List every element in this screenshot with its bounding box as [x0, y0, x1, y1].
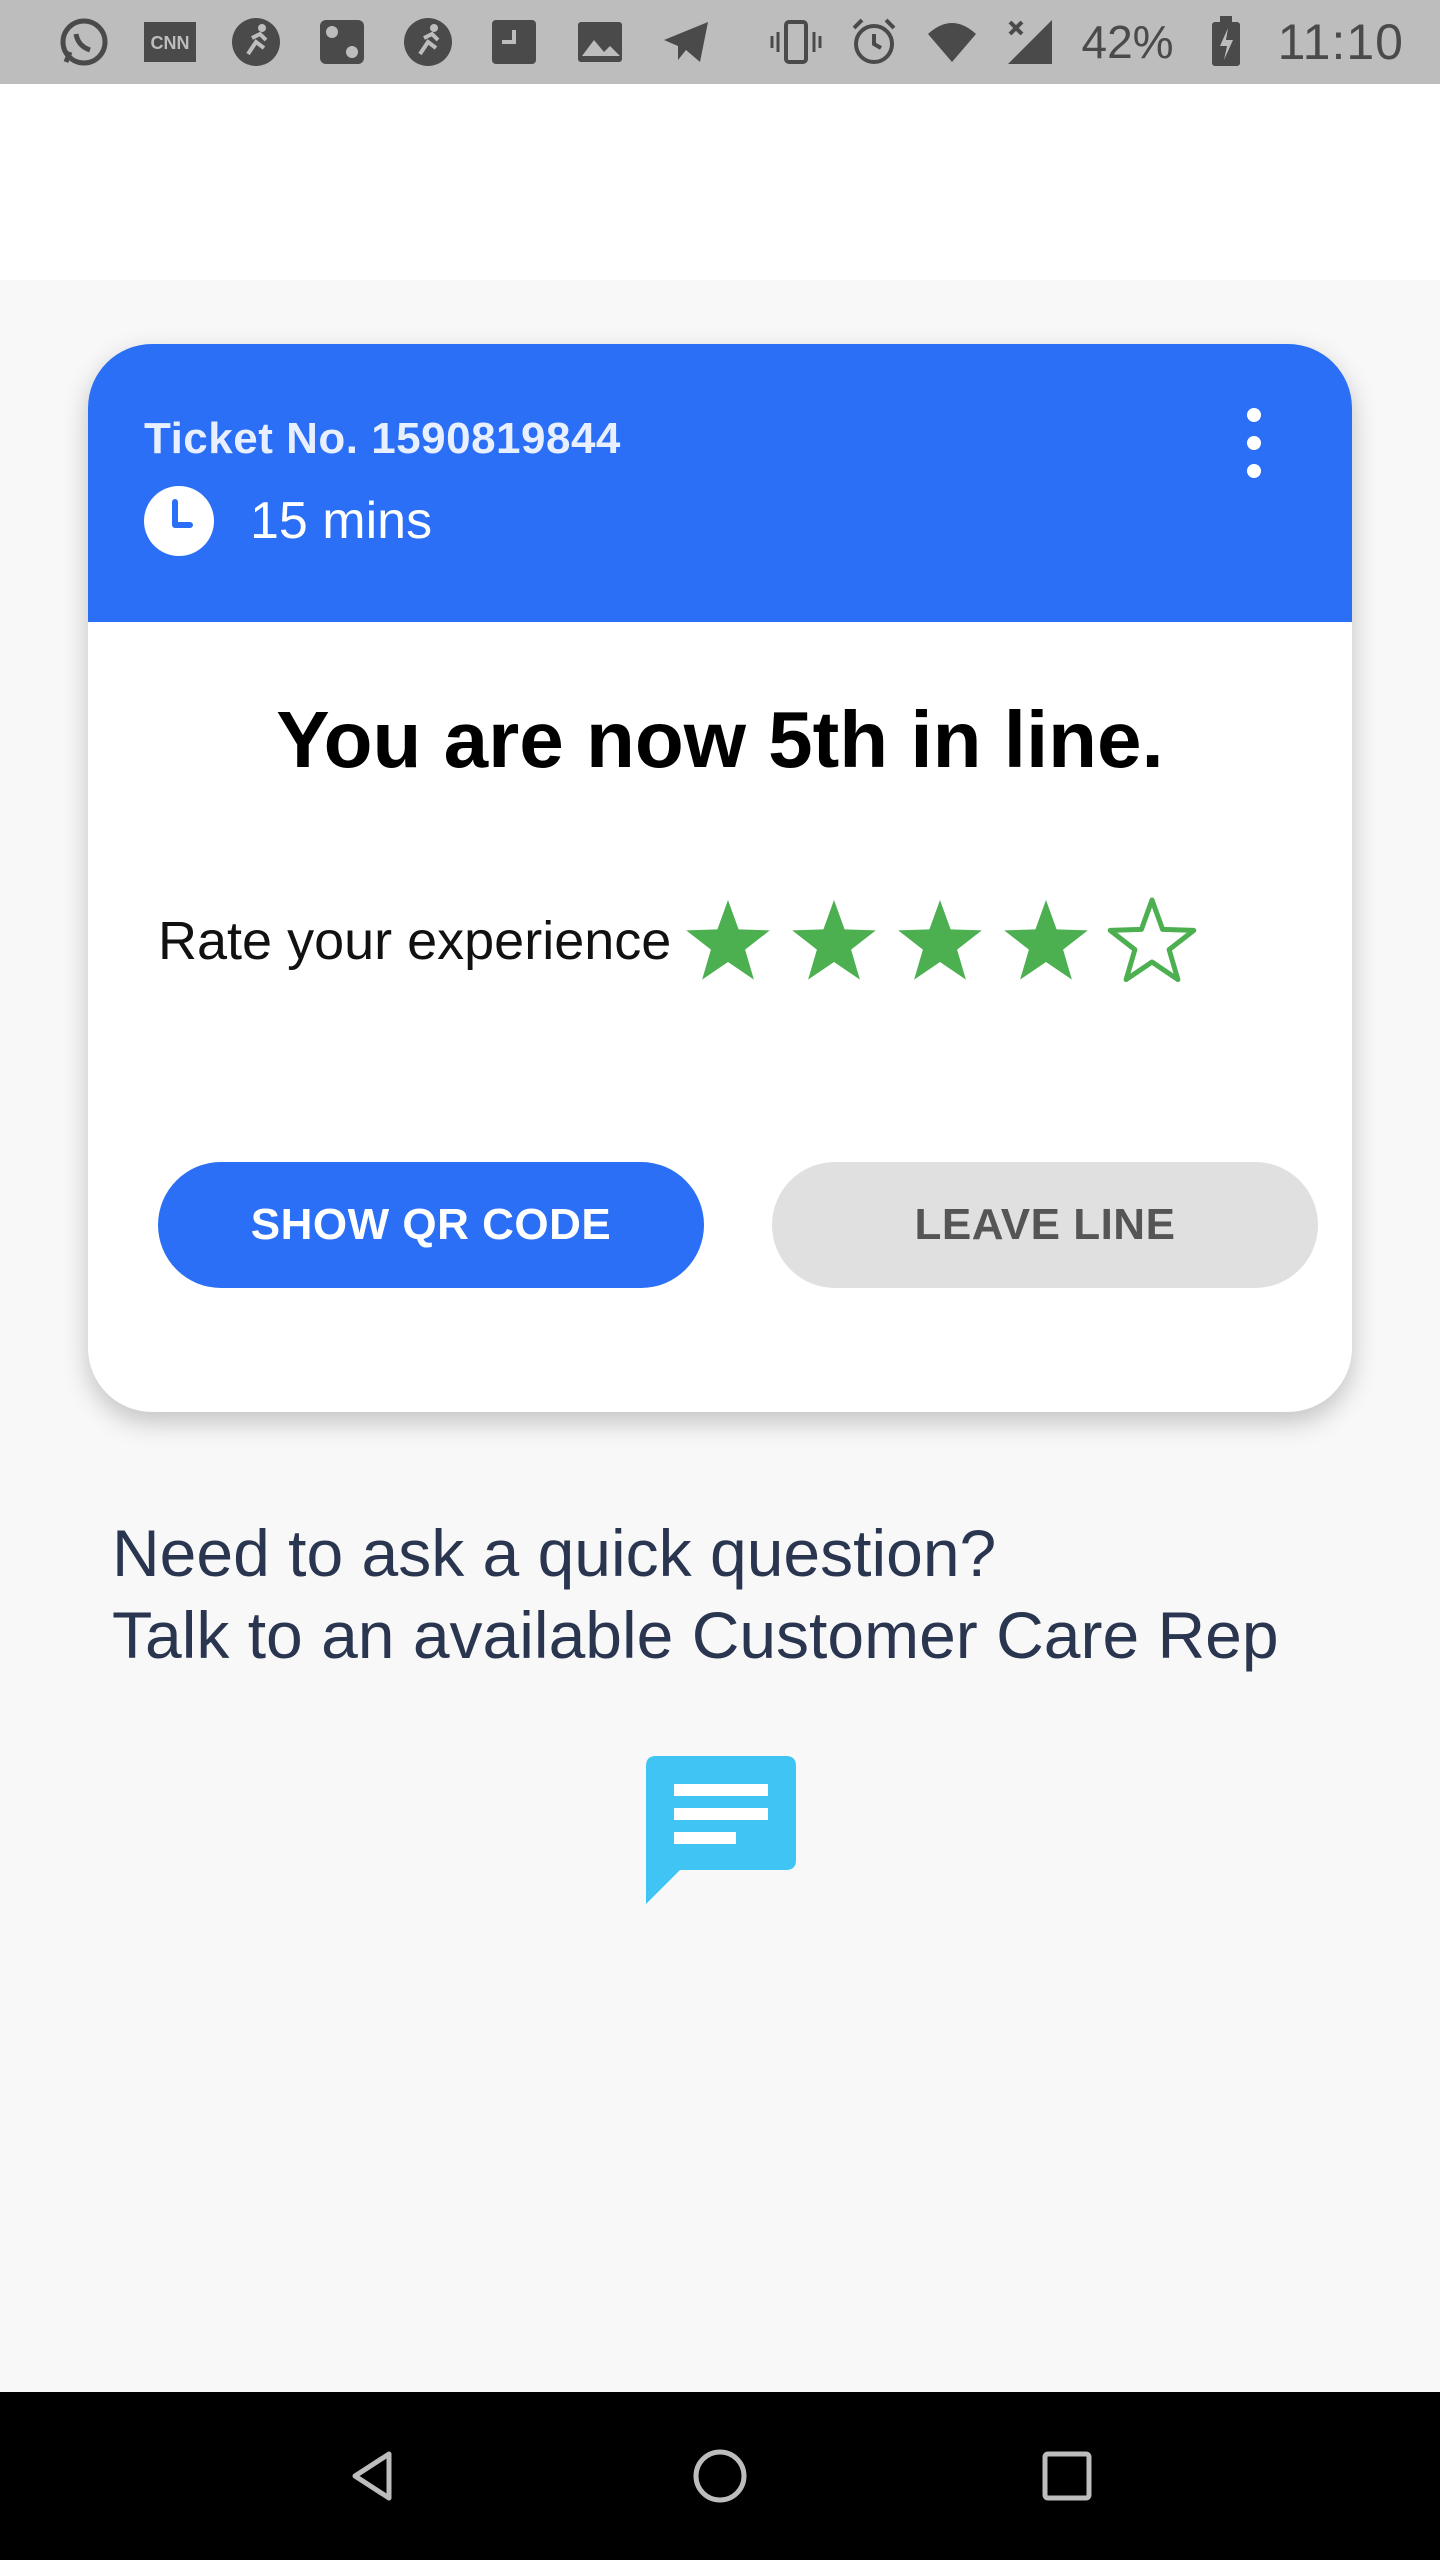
- runner-icon: [402, 16, 454, 68]
- battery-percentage: 42%: [1081, 16, 1174, 68]
- recents-icon[interactable]: [1027, 2436, 1107, 2516]
- ticket-card: Ticket No. 1590819844 15 mins You are no…: [88, 344, 1352, 1412]
- alarm-icon: [848, 16, 900, 68]
- rating-row: Rate your experience: [158, 894, 1199, 988]
- status-system-icons: 42% 11:10: [770, 13, 1405, 71]
- more-vert-icon[interactable]: [1234, 408, 1274, 478]
- battery-charging-icon: [1200, 16, 1252, 68]
- screenshot-icon: [488, 16, 540, 68]
- show-qr-code-button[interactable]: SHOW QR CODE: [158, 1162, 704, 1288]
- chat-bubble-icon[interactable]: [646, 1756, 796, 1904]
- wait-time-row: 15 mins: [144, 486, 1296, 556]
- help-line-2: Talk to an available Customer Care Rep: [112, 1598, 1279, 1672]
- star-filled-icon[interactable]: [681, 894, 775, 988]
- navigation-bar: [0, 2392, 1440, 2560]
- home-icon[interactable]: [680, 2436, 760, 2516]
- runner-icon: [230, 16, 282, 68]
- wifi-icon: [926, 16, 978, 68]
- rating-label: Rate your experience: [158, 911, 672, 971]
- app-bar: [0, 84, 1440, 280]
- clock-time: 11:10: [1277, 14, 1404, 70]
- help-text: Need to ask a quick question? Talk to an…: [112, 1512, 1362, 1676]
- wait-time: 15 mins: [250, 492, 433, 550]
- dice-icon: [316, 16, 368, 68]
- queue-position: You are now 5th in line.: [276, 695, 1164, 784]
- leave-line-button[interactable]: LEAVE LINE: [772, 1162, 1318, 1288]
- status-bar: CNN 42% 11:10: [0, 0, 1440, 84]
- image-icon: [574, 16, 626, 68]
- status-notification-icons: CNN: [58, 16, 712, 68]
- star-filled-icon[interactable]: [999, 894, 1093, 988]
- svg-text:CNN: CNN: [151, 33, 190, 53]
- star-outline-icon[interactable]: [1105, 894, 1199, 988]
- back-icon[interactable]: [333, 2436, 413, 2516]
- ticket-number: Ticket No. 1590819844: [144, 414, 621, 463]
- help-line-1: Need to ask a quick question?: [112, 1516, 997, 1590]
- cellular-signal-icon: [1004, 16, 1056, 68]
- star-filled-icon[interactable]: [893, 894, 987, 988]
- cnn-icon: CNN: [144, 16, 196, 68]
- rating-stars: [681, 894, 1199, 988]
- vibrate-icon: [770, 16, 822, 68]
- whatsapp-icon: [58, 16, 110, 68]
- telegram-icon: [660, 16, 712, 68]
- ticket-card-header: Ticket No. 1590819844 15 mins: [88, 344, 1352, 622]
- star-filled-icon[interactable]: [787, 894, 881, 988]
- clock-icon: [144, 486, 214, 556]
